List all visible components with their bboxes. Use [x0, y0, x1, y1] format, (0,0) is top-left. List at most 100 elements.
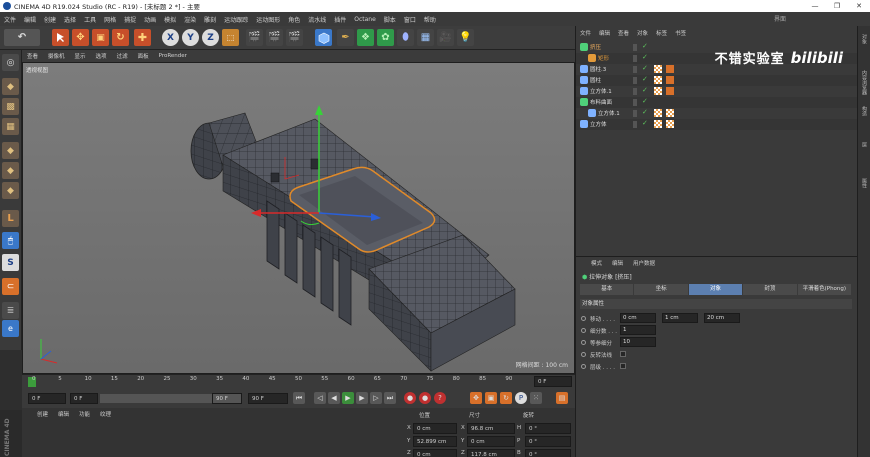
attribute-tab[interactable]: 平滑着色(Phong) [797, 284, 852, 295]
enabled-check-icon[interactable]: ✓ [642, 42, 648, 50]
minimize-button[interactable]: — [804, 0, 826, 12]
menu-item[interactable]: 动画 [140, 15, 160, 24]
axis-mode-button[interactable]: L [2, 210, 19, 227]
attribute-tab[interactable]: 对象 [688, 284, 743, 295]
z-axis-lock-button[interactable]: Z [202, 29, 219, 46]
visibility-dots[interactable] [633, 88, 637, 95]
menu-item[interactable]: 流水线 [304, 15, 330, 24]
right-tab[interactable]: 构造 [861, 106, 868, 116]
viewport-menu-item[interactable]: ProRender [154, 53, 192, 59]
menu-item[interactable]: 窗口 [400, 15, 420, 24]
checkbox[interactable] [620, 351, 626, 357]
visibility-dots[interactable] [633, 66, 637, 73]
object-menu-item[interactable]: 查看 [614, 29, 633, 37]
render-settings-button[interactable]: 🎬 [286, 29, 303, 46]
visibility-dots[interactable] [633, 99, 637, 106]
enabled-check-icon[interactable]: ✓ [642, 86, 648, 94]
deformer-button[interactable]: ⬮ [397, 29, 414, 46]
menu-item[interactable]: 选择 [60, 15, 80, 24]
size-x-field[interactable]: 96.8 cm [467, 423, 515, 434]
visibility-dots[interactable] [633, 110, 637, 117]
autokey-button[interactable]: ● [419, 392, 431, 404]
menu-item[interactable]: 网格 [100, 15, 120, 24]
key-rotation-button[interactable]: ↻ [500, 392, 512, 404]
scale-tool-button[interactable]: ▣ [92, 29, 109, 46]
position-y-field[interactable]: 52.899 cm [413, 436, 457, 447]
perspective-viewport[interactable]: 透视视图 网格间距: 100 cm [22, 62, 575, 374]
play-button[interactable]: ▶ [342, 392, 354, 404]
material-menu-item[interactable]: 创建 [32, 410, 53, 418]
menu-item[interactable]: 雕刻 [200, 15, 220, 24]
right-tab[interactable]: 对象 [861, 34, 868, 44]
menu-item[interactable]: 创建 [40, 15, 60, 24]
enabled-check-icon[interactable]: ✓ [642, 64, 648, 72]
previous-frame-button[interactable]: ◀ [328, 392, 340, 404]
object-menu-item[interactable]: 编辑 [595, 29, 614, 37]
workplane-button[interactable]: ▦ [2, 118, 19, 135]
object-menu-item[interactable]: 对象 [633, 29, 652, 37]
maximize-button[interactable]: ❐ [826, 0, 848, 12]
coordinate-system-button[interactable]: ⬚ [222, 29, 239, 46]
recent-tool-button[interactable]: ✚ [134, 29, 151, 46]
enabled-check-icon[interactable]: ✓ [642, 119, 648, 127]
preview-start-field[interactable]: 0 F [70, 393, 98, 404]
soft-selection-button[interactable]: ⊂ [2, 278, 19, 295]
material-tag-icon[interactable] [654, 87, 662, 95]
polygons-mode-button[interactable]: ◆ [2, 182, 19, 199]
attribute-tab[interactable]: 坐标 [634, 284, 688, 295]
render-to-picture-viewer-button[interactable]: 🎬 [266, 29, 283, 46]
phong-tag-icon[interactable] [666, 76, 674, 84]
record-button[interactable]: ● [404, 392, 416, 404]
attribute-value-field[interactable]: 1 [620, 325, 656, 335]
menu-item[interactable]: 编辑 [20, 15, 40, 24]
animate-dot-icon[interactable] [581, 316, 586, 321]
visibility-dots[interactable] [633, 55, 637, 62]
position-z-field[interactable]: 0 cm [413, 449, 457, 457]
object-menu-item[interactable]: 标签 [652, 29, 671, 37]
viewport-menu-item[interactable]: 摄像机 [43, 52, 70, 60]
menu-item[interactable]: 插件 [330, 15, 350, 24]
attribute-menu-item[interactable]: 模式 [586, 259, 607, 267]
object-row[interactable]: 立方体.1 ✓ [576, 86, 858, 97]
material-tag-icon[interactable] [654, 120, 662, 128]
material-menu-item[interactable]: 纹理 [95, 410, 116, 418]
next-frame-button[interactable]: ▶ [356, 392, 368, 404]
model-mode-button[interactable]: ◆ [2, 78, 19, 95]
attribute-menu-item[interactable]: 用户数据 [628, 259, 660, 267]
light-button[interactable]: 💡 [457, 29, 474, 46]
render-view-button[interactable]: 🎬 [246, 29, 263, 46]
size-z-field[interactable]: 117.8 cm [467, 449, 515, 457]
animate-dot-icon[interactable] [581, 328, 586, 333]
menu-item[interactable]: 帮助 [420, 15, 440, 24]
points-mode-button[interactable]: ◆ [2, 142, 19, 159]
right-tab[interactable]: 属性 [861, 178, 868, 188]
visibility-dots[interactable] [633, 44, 637, 51]
keyframe-selection-button[interactable]: ? [434, 392, 446, 404]
rotation-h-field[interactable]: 0 ° [525, 423, 571, 434]
enabled-check-icon[interactable]: ✓ [642, 53, 648, 61]
rotation-p-field[interactable]: 0 ° [525, 436, 571, 447]
position-x-field[interactable]: 0 cm [413, 423, 457, 434]
key-param-button[interactable]: P [515, 392, 527, 404]
attribute-value-field[interactable]: 1 cm [662, 313, 698, 323]
menu-item[interactable]: 渲染 [180, 15, 200, 24]
object-menu-item[interactable]: 文件 [576, 29, 595, 37]
end-frame-field[interactable]: 90 F [248, 393, 288, 404]
menu-item[interactable]: 运动跟踪 [220, 15, 252, 24]
viewport-menu-item[interactable]: 过滤 [112, 52, 133, 60]
animate-dot-icon[interactable] [581, 364, 586, 369]
preview-end-field[interactable]: 90 F [212, 393, 242, 404]
menu-item[interactable]: 运动图形 [252, 15, 284, 24]
right-tab[interactable]: 层 [861, 142, 868, 147]
right-tab[interactable]: 内容浏览器 [861, 70, 868, 95]
live-select-button[interactable] [52, 29, 69, 46]
make-editable-button[interactable]: ◎ [2, 54, 19, 71]
menu-item[interactable]: 模拟 [160, 15, 180, 24]
material-menu-item[interactable]: 功能 [74, 410, 95, 418]
viewport-menu-item[interactable]: 选项 [91, 52, 112, 60]
enabled-check-icon[interactable]: ✓ [642, 108, 648, 116]
object-menu-item[interactable]: 书签 [671, 29, 690, 37]
attribute-value-field[interactable]: 0 cm [620, 313, 656, 323]
next-key-button[interactable]: ▷ [370, 392, 382, 404]
cube-object-button[interactable] [315, 29, 332, 46]
